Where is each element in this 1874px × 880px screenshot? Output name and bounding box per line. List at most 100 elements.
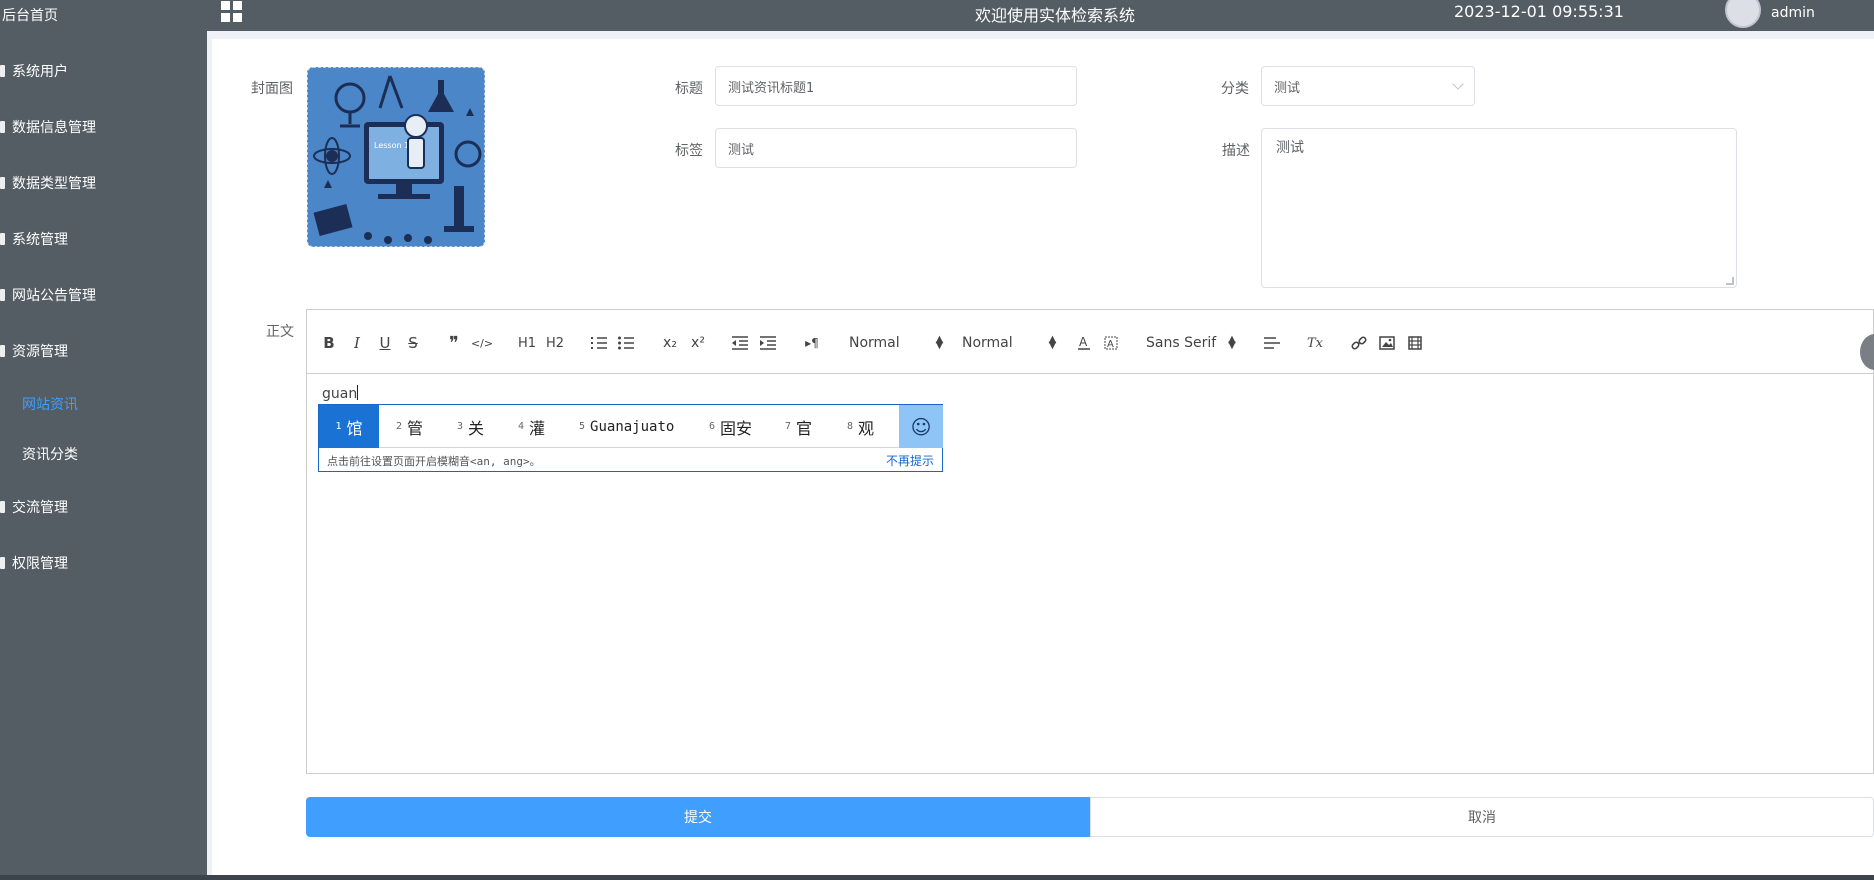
- sidebar-item-label: 后台首页: [2, 8, 58, 24]
- category-select-value: 测试: [1274, 80, 1301, 96]
- sidebar-item-label: 系统用户: [12, 64, 68, 80]
- ordered-list-button[interactable]: [590, 332, 608, 354]
- page-title: 欢迎使用实体检索系统: [975, 6, 1136, 25]
- editor-content[interactable]: guan: [322, 385, 359, 402]
- sidebar: 后台首页 系统用户 数据信息管理 数据类型管理 系统管理 网站公告管理 资源管理…: [0, 0, 207, 880]
- h1-button[interactable]: H1: [517, 332, 537, 354]
- category-label: 分类: [1221, 81, 1249, 97]
- sidebar-item-system-users[interactable]: 系统用户: [0, 51, 207, 91]
- apps-grid-icon[interactable]: [221, 1, 243, 23]
- sidebar-item-label: 网站资讯: [22, 397, 78, 413]
- size-select[interactable]: Normal ▲ ▼: [849, 332, 943, 354]
- sidebar-item-data-type[interactable]: 数据类型管理: [0, 163, 207, 203]
- ime-candidate[interactable]: 7官: [785, 405, 812, 448]
- sidebar-item-label: 交流管理: [12, 500, 68, 516]
- ime-candidate[interactable]: 8观: [847, 405, 874, 448]
- editor-toolbar: B I U S ❞ </> H1 H2 x₂ x² ▸¶ Normal ▲▼: [307, 310, 1873, 374]
- outdent-button[interactable]: [731, 332, 749, 354]
- sidebar-item-permissions[interactable]: 权限管理: [0, 543, 207, 583]
- sidebar-item-label: 资讯分类: [22, 447, 78, 463]
- image-button[interactable]: [1378, 332, 1396, 354]
- chevron-down-icon: [1452, 78, 1464, 90]
- bold-button[interactable]: B: [321, 332, 337, 354]
- ime-dismiss-link[interactable]: 不再提示: [886, 452, 934, 469]
- emoji-icon[interactable]: ☺: [899, 405, 943, 448]
- underline-button[interactable]: U: [377, 332, 393, 354]
- ime-candidate[interactable]: 4灌: [518, 405, 545, 448]
- sidebar-item-data-info[interactable]: 数据信息管理: [0, 107, 207, 147]
- svg-text:A: A: [1107, 339, 1114, 350]
- header-select[interactable]: Normal ▲ ▼: [962, 332, 1056, 354]
- top-header: 欢迎使用实体检索系统 2023-12-01 09:55:31 admin: [207, 0, 1874, 31]
- blockquote-button[interactable]: ❞: [445, 332, 463, 354]
- sidebar-item-announcements[interactable]: 网站公告管理: [0, 275, 207, 315]
- header-select-value: Normal: [962, 335, 1013, 351]
- align-button[interactable]: [1263, 332, 1281, 354]
- sidebar-item-news-category[interactable]: 资讯分类: [0, 434, 207, 474]
- submit-button[interactable]: 提交: [306, 797, 1090, 837]
- sidebar-item-system-manage[interactable]: 系统管理: [0, 219, 207, 259]
- app-root: 后台首页 系统用户 数据信息管理 数据类型管理 系统管理 网站公告管理 资源管理…: [0, 0, 1874, 880]
- ime-candidate-popup: 1馆 2管 3关 4灌 5 Guanajuato 6 固安 7官 8观 ☺ 点击前往…: [318, 404, 943, 472]
- background-color-icon: A: [1104, 336, 1118, 350]
- title-label: 标题: [675, 81, 703, 97]
- indent-button[interactable]: [759, 332, 777, 354]
- outdent-icon: [732, 336, 748, 350]
- desc-label: 描述: [1222, 143, 1250, 159]
- ime-candidate[interactable]: 3关: [457, 405, 484, 448]
- text-direction-button[interactable]: ▸¶: [801, 332, 823, 354]
- bullet-list-button[interactable]: [617, 332, 635, 354]
- tag-input-value: 测试: [728, 142, 755, 158]
- sidebar-item-site-news[interactable]: 网站资讯: [0, 384, 207, 424]
- video-button[interactable]: [1406, 332, 1424, 354]
- ime-candidate[interactable]: 5 Guanajuato: [579, 405, 674, 448]
- italic-button[interactable]: I: [349, 332, 365, 354]
- avatar[interactable]: [1725, 0, 1761, 28]
- code-block-button[interactable]: </>: [471, 332, 493, 354]
- tag-input[interactable]: 测试: [715, 128, 1077, 168]
- title-input-value: 测试资讯标题1: [728, 80, 815, 96]
- ime-candidate[interactable]: 2管: [396, 405, 423, 448]
- sidebar-item-resources[interactable]: 资源管理: [0, 331, 207, 371]
- username[interactable]: admin: [1771, 5, 1815, 21]
- font-color-button[interactable]: A: [1075, 332, 1093, 354]
- description-textarea[interactable]: 测试: [1261, 128, 1737, 288]
- ordered-list-icon: [591, 337, 607, 349]
- clean-format-button[interactable]: Tx: [1305, 332, 1325, 354]
- link-button[interactable]: [1350, 332, 1368, 354]
- category-select[interactable]: 测试: [1261, 66, 1475, 106]
- robot-teacher-illustration: Lesson 1: [308, 68, 484, 246]
- editor-composing-text: guan: [322, 386, 358, 402]
- font-family-select[interactable]: Sans Serif ▲ ▼: [1146, 332, 1236, 354]
- bullet-list-icon: [618, 336, 634, 350]
- updown-arrow-icon: ▲ ▼: [935, 334, 944, 351]
- indent-icon: [760, 336, 776, 350]
- sidebar-item-label: 网站公告管理: [12, 288, 96, 304]
- cancel-button[interactable]: 取消: [1090, 797, 1874, 837]
- ime-candidate[interactable]: 1馆: [319, 405, 379, 448]
- background-color-button[interactable]: A: [1102, 332, 1120, 354]
- sidebar-item-home[interactable]: 后台首页: [0, 0, 207, 35]
- tag-label: 标签: [675, 143, 703, 159]
- menu-icon: [0, 65, 5, 77]
- ime-candidate[interactable]: 6 固安: [709, 405, 752, 448]
- h2-button[interactable]: H2: [545, 332, 565, 354]
- body-label: 正文: [266, 324, 294, 340]
- video-icon: [1408, 336, 1422, 350]
- font-color-icon: A: [1078, 335, 1090, 350]
- cover-image-upload[interactable]: Lesson 1: [307, 67, 485, 247]
- image-icon: [1379, 336, 1395, 350]
- superscript-button[interactable]: x²: [687, 332, 709, 354]
- resize-handle-icon[interactable]: [1726, 277, 1734, 285]
- ime-hint[interactable]: 点击前往设置页面开启模糊音<an, ang>。: [327, 453, 541, 469]
- size-select-value: Normal: [849, 335, 900, 351]
- title-input[interactable]: 测试资讯标题1: [715, 66, 1077, 106]
- strike-button[interactable]: S: [405, 332, 421, 354]
- sidebar-item-label: 权限管理: [12, 556, 68, 572]
- subscript-button[interactable]: x₂: [659, 332, 681, 354]
- content-border: [207, 39, 212, 880]
- sidebar-item-communication[interactable]: 交流管理: [0, 487, 207, 527]
- ime-candidate-row: 1馆 2管 3关 4灌 5 Guanajuato 6 固安 7官 8观 ☺: [319, 405, 943, 448]
- updown-arrow-icon: ▲ ▼: [1228, 334, 1236, 351]
- cover-label: 封面图: [251, 81, 293, 97]
